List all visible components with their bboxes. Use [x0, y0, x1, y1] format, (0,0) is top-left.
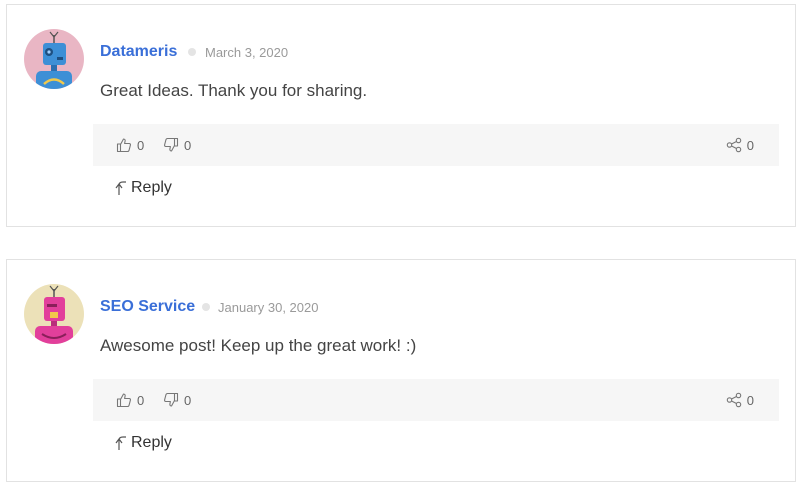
comment-date: January 30, 2020 — [218, 300, 319, 315]
comment-text: Great Ideas. Thank you for sharing. — [100, 81, 368, 100]
comment-text: Awesome post! Keep up the great work! :) — [100, 336, 417, 355]
separator-dot — [188, 48, 196, 56]
like-button[interactable]: 0 — [116, 136, 144, 154]
thumbs-down-icon — [164, 392, 179, 407]
share-count: 0 — [746, 137, 754, 153]
share-button[interactable]: 0 — [726, 391, 754, 409]
comment-author-link[interactable]: Datameris — [100, 43, 177, 61]
like-button[interactable]: 0 — [116, 391, 144, 409]
share-count: 0 — [746, 392, 754, 408]
comment-date: March 3, 2020 — [205, 45, 289, 60]
dislike-count: 0 — [184, 392, 192, 408]
like-count: 0 — [137, 137, 145, 153]
like-count: 0 — [137, 392, 145, 408]
share-icon — [726, 392, 742, 408]
reply-arrow-icon — [115, 436, 126, 450]
reply-label: Reply — [131, 179, 172, 196]
thumbs-up-icon — [116, 138, 131, 153]
comment-card: SEO Service January 30, 2020 Awesome pos… — [6, 259, 796, 482]
dislike-count: 0 — [184, 137, 192, 153]
reply-arrow-icon — [115, 181, 126, 195]
robot-avatar-icon — [24, 29, 84, 89]
separator-dot — [202, 303, 210, 311]
reply-button[interactable]: Reply — [114, 179, 172, 197]
dislike-button[interactable]: 0 — [163, 391, 191, 409]
robot-avatar-icon — [24, 284, 84, 344]
avatar[interactable] — [24, 29, 84, 89]
comment-action-bar: 0 0 0 — [93, 124, 779, 166]
avatar[interactable] — [24, 284, 84, 344]
reply-label: Reply — [131, 434, 172, 451]
thumbs-up-icon — [116, 393, 131, 408]
comment-action-bar: 0 0 0 — [93, 379, 779, 421]
share-icon — [726, 137, 742, 153]
share-button[interactable]: 0 — [726, 136, 754, 154]
comment-author-link[interactable]: SEO Service — [100, 298, 195, 316]
reply-button[interactable]: Reply — [114, 434, 172, 452]
thumbs-down-icon — [164, 137, 179, 152]
dislike-button[interactable]: 0 — [163, 136, 191, 154]
comment-card: Datameris March 3, 2020 Great Ideas. Tha… — [6, 4, 796, 227]
